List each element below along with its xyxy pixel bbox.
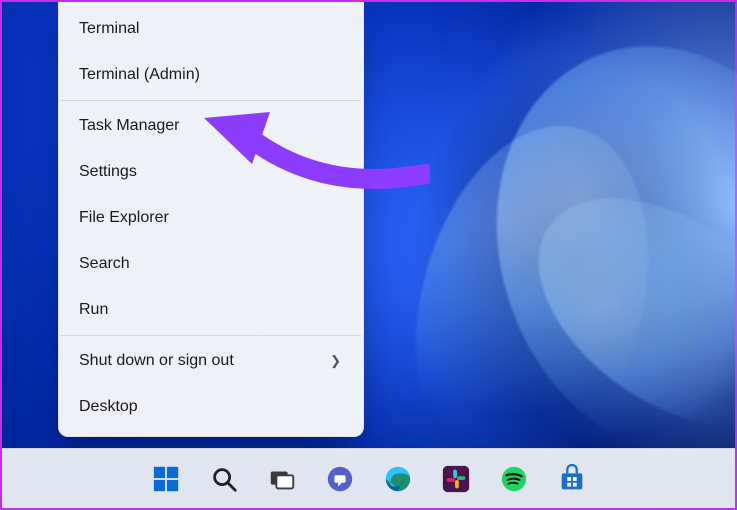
- menu-separator: [61, 335, 361, 336]
- slack-icon: [441, 464, 471, 494]
- chat-icon: [325, 464, 355, 494]
- taskbar-teams-chat[interactable]: [316, 455, 364, 503]
- spotify-icon: [499, 464, 529, 494]
- menu-item-terminal[interactable]: Terminal: [59, 6, 363, 52]
- menu-item-label: File Explorer: [79, 209, 343, 227]
- taskbar-slack[interactable]: [432, 455, 480, 503]
- chevron-right-icon: ❯: [330, 353, 341, 369]
- menu-item-label: Search: [79, 255, 343, 273]
- taskbar-task-view[interactable]: [258, 455, 306, 503]
- menu-item-desktop[interactable]: Desktop: [59, 384, 363, 430]
- menu-item-terminal-admin[interactable]: Terminal (Admin): [59, 52, 363, 98]
- menu-item-run[interactable]: Run: [59, 287, 363, 333]
- search-icon: [209, 464, 239, 494]
- edge-icon: [383, 464, 413, 494]
- taskbar-start[interactable]: [142, 455, 190, 503]
- menu-item-task-manager[interactable]: Task Manager: [59, 103, 363, 149]
- menu-item-label: Settings: [79, 163, 343, 181]
- task-view-icon: [267, 464, 297, 494]
- taskbar-spotify[interactable]: [490, 455, 538, 503]
- menu-item-settings[interactable]: Settings: [59, 149, 363, 195]
- start-context-menu: Terminal Terminal (Admin) Task Manager S…: [58, 2, 364, 437]
- taskbar-microsoft-store[interactable]: [548, 455, 596, 503]
- menu-item-label: Run: [79, 301, 343, 319]
- taskbar: W: [2, 448, 735, 508]
- taskbar-search[interactable]: [200, 455, 248, 503]
- menu-item-label: Shut down or sign out: [79, 352, 330, 370]
- start-icon: [151, 464, 181, 494]
- menu-item-label: Task Manager: [79, 117, 343, 135]
- taskbar-edge[interactable]: [374, 455, 422, 503]
- menu-item-file-explorer[interactable]: File Explorer: [59, 195, 363, 241]
- menu-item-label: Desktop: [79, 398, 343, 416]
- menu-item-search[interactable]: Search: [59, 241, 363, 287]
- menu-separator: [61, 100, 361, 101]
- menu-item-shutdown-signout[interactable]: Shut down or sign out ❯: [59, 338, 363, 384]
- menu-item-label: Terminal: [79, 20, 343, 38]
- menu-item-label: Terminal (Admin): [79, 66, 343, 84]
- store-icon: [557, 464, 587, 494]
